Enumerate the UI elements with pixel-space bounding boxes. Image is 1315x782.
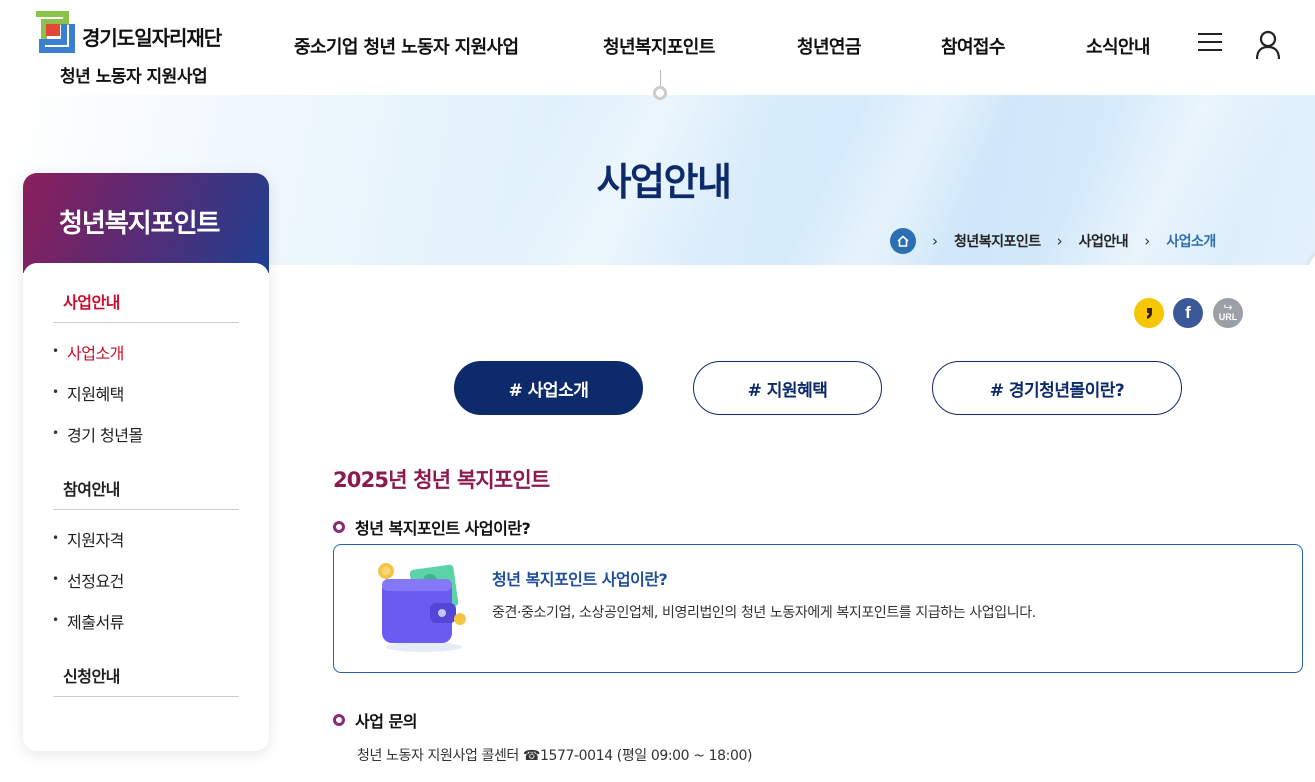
- nav-item-welfare-point[interactable]: 청년복지포인트: [603, 33, 715, 59]
- info-card: 청년 복지포인트 사업이란? 중견·중소기업, 소상공인업체, 비영리법인의 청…: [333, 544, 1303, 673]
- subsection-heading: 청년 복지포인트 사업이란?: [333, 515, 531, 539]
- site-logo[interactable]: 경기도일자리재단 청년 노동자 지원사업: [32, 8, 232, 88]
- chevron-right-icon: ›: [932, 232, 938, 250]
- sidebar: 청년복지포인트 사업안내 • 사업소개 • 지원혜택 • 경기 청년몰 참여안내…: [23, 173, 269, 751]
- contact-info: 청년 노동자 지원사업 콜센터 ☎1577-0014 (평일 09:00 ~ 1…: [357, 748, 753, 764]
- kakao-share-icon[interactable]: [1134, 298, 1164, 328]
- subsection-heading-text: 사업 문의: [355, 712, 417, 731]
- sidebar-item-youth-mall[interactable]: 경기 청년몰: [67, 422, 143, 446]
- bullet: •: [52, 385, 60, 399]
- sidebar-title: 청년복지포인트: [23, 173, 269, 273]
- sidebar-group-business-guide[interactable]: 사업안내: [63, 289, 120, 313]
- sidebar-group-participation[interactable]: 참여안내: [63, 476, 120, 500]
- chevron-right-icon: ›: [1144, 232, 1151, 250]
- nav-item-news[interactable]: 소식안내: [1086, 33, 1150, 59]
- side-scroll-button[interactable]: [1308, 251, 1315, 265]
- tab-benefits[interactable]: # 지원혜택: [693, 361, 882, 415]
- sidebar-item-eligibility[interactable]: 지원자격: [67, 527, 124, 551]
- tab-introduction[interactable]: # 사업소개: [454, 361, 643, 415]
- sidebar-item-documents[interactable]: 제출서류: [67, 609, 124, 633]
- card-description: 중견·중소기업, 소상공인업체, 비영리법인의 청년 노동자에게 복지포인트를 …: [492, 605, 1036, 621]
- url-label: URL: [1218, 312, 1238, 322]
- breadcrumb-item-welfare-point[interactable]: 청년복지포인트: [954, 231, 1041, 251]
- breadcrumb: › 청년복지포인트 › 사업안내 › 사업소개: [890, 227, 1216, 255]
- sidebar-menu: 사업안내 • 사업소개 • 지원혜택 • 경기 청년몰 참여안내 • 지원자격 …: [23, 263, 269, 751]
- nav-active-indicator-dot: [653, 86, 667, 100]
- share-arrow-icon: ↪: [1223, 301, 1233, 314]
- logo-text: 경기도일자리재단: [82, 26, 222, 50]
- nav-item-youth-pension[interactable]: 청년연금: [797, 33, 861, 59]
- site-header: 경기도일자리재단 청년 노동자 지원사업 중소기업 청년 노동자 지원사업 청년…: [0, 0, 1315, 95]
- facebook-share-icon[interactable]: f: [1173, 298, 1203, 328]
- sidebar-item-introduction[interactable]: 사업소개: [67, 340, 124, 364]
- bullet: •: [52, 426, 60, 440]
- divider: [53, 696, 239, 697]
- bullet: •: [52, 344, 60, 358]
- section-title: 2025년 청년 복지포인트: [333, 468, 550, 492]
- bullet: •: [52, 531, 60, 545]
- divider: [53, 322, 239, 323]
- ring-bullet-icon: [333, 521, 345, 533]
- breadcrumb-item-business-guide[interactable]: 사업안내: [1079, 231, 1129, 251]
- bullet: •: [52, 572, 60, 586]
- subsection-heading: 사업 문의: [333, 708, 417, 732]
- logo-mark-icon: [36, 11, 75, 53]
- nav-item-sme-support[interactable]: 중소기업 청년 노동자 지원사업: [294, 33, 519, 59]
- divider: [53, 509, 239, 510]
- facebook-letter: f: [1185, 303, 1191, 322]
- card-title: 청년 복지포인트 사업이란?: [492, 570, 668, 589]
- tab-youth-mall[interactable]: # 경기청년몰이란?: [932, 361, 1182, 415]
- breadcrumb-item-current[interactable]: 사업소개: [1166, 231, 1216, 251]
- nav-item-apply[interactable]: 참여접수: [941, 33, 1005, 59]
- ring-bullet-icon: [333, 714, 345, 726]
- logo-subtitle: 청년 노동자 지원사업: [60, 67, 208, 87]
- url-share-icon[interactable]: ↪ URL: [1213, 298, 1243, 328]
- sidebar-group-application[interactable]: 신청안내: [63, 663, 120, 687]
- user-icon[interactable]: [1254, 30, 1282, 60]
- chevron-right-icon: ›: [1056, 232, 1063, 250]
- home-icon[interactable]: [890, 228, 916, 254]
- sidebar-item-selection[interactable]: 선정요건: [67, 568, 124, 592]
- hamburger-menu-icon[interactable]: [1198, 33, 1224, 55]
- subsection-heading-text: 청년 복지포인트 사업이란?: [355, 519, 531, 538]
- sidebar-item-benefits[interactable]: 지원혜택: [67, 381, 124, 405]
- bullet: •: [52, 613, 60, 627]
- wallet-icon: [378, 563, 466, 652]
